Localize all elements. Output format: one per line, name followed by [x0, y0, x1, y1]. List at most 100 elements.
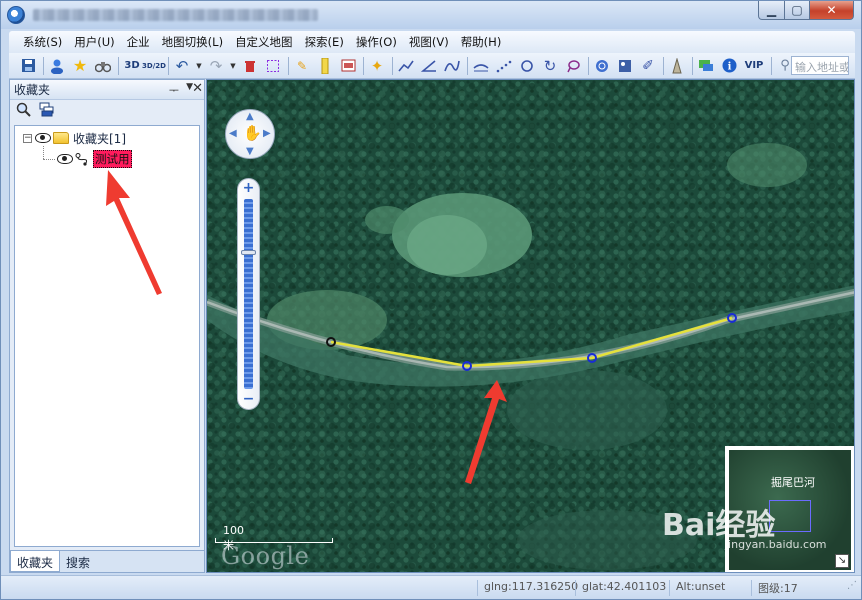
map-view[interactable]: ▲ ▼ ◀ ▶ ✋ + − 100米 Google 掘尾巴河 ↘ Bai经验 j…: [206, 79, 855, 573]
toolbar-separator: [588, 56, 589, 75]
zoom-thumb[interactable]: [241, 250, 256, 255]
route-line-icon[interactable]: [472, 57, 490, 75]
status-altitude: Alt:unset: [669, 580, 725, 596]
folder-icon: [53, 132, 69, 144]
overview-place-label: 掘尾巴河: [771, 476, 815, 489]
status-longitude: glng:117.316250: [477, 580, 578, 596]
lasso-icon[interactable]: [564, 57, 582, 75]
menu-custom-map[interactable]: 自定义地图: [235, 34, 293, 50]
dotted-line-icon[interactable]: [495, 57, 513, 75]
minimize-button[interactable]: ▁: [758, 1, 785, 20]
tree-connector: [43, 146, 44, 159]
globe-icon[interactable]: [593, 57, 611, 75]
message-icon[interactable]: [697, 57, 715, 75]
zoom-track[interactable]: [244, 199, 253, 389]
favorites-tree: − 收藏夹[1] 测试用: [14, 125, 200, 547]
menu-map-switch[interactable]: 地图切换(L): [162, 34, 223, 50]
toolbar-separator: [118, 56, 119, 75]
zoom-in-button[interactable]: +: [238, 180, 259, 196]
menu-enterprise[interactable]: 企业: [127, 34, 150, 50]
layers-icon[interactable]: [39, 102, 55, 121]
polyline-icon[interactable]: [397, 57, 415, 75]
tree-root-row[interactable]: − 收藏夹[1]: [23, 129, 126, 147]
panel-title: 收藏夹: [14, 83, 51, 97]
redo-icon[interactable]: ↷: [207, 57, 225, 75]
toolbar-separator: [288, 56, 289, 75]
save-icon[interactable]: [19, 57, 37, 75]
menu-view[interactable]: 视图(V): [409, 34, 449, 50]
toolbar-separator: [363, 56, 364, 75]
route-icon: [75, 152, 90, 166]
pan-control[interactable]: ▲ ▼ ◀ ▶ ✋: [225, 109, 275, 159]
panel-close-icon[interactable]: ✕: [192, 81, 203, 96]
favorites-panel: 收藏夹 ᅮ ▼ ✕ − 收藏夹[1] 测试用 收藏夹 搜索: [9, 79, 205, 573]
users-icon[interactable]: [48, 57, 66, 75]
menu-user[interactable]: 用户(U): [74, 34, 114, 50]
menu-operate[interactable]: 操作(O): [356, 34, 397, 50]
menu-explore[interactable]: 探索(E): [305, 34, 344, 50]
resize-grip-icon[interactable]: ⋰: [841, 580, 857, 596]
address-search-input[interactable]: 输入地址或: [791, 56, 849, 75]
tab-search[interactable]: 搜索: [60, 551, 96, 572]
window-title-blurred: [33, 9, 318, 21]
undo-dropdown-icon[interactable]: ▼: [196, 57, 202, 75]
pin-icon[interactable]: ᅮ: [169, 82, 179, 98]
ruler-icon[interactable]: [316, 57, 334, 75]
toolbar-separator: [168, 56, 169, 75]
toolbar-separator: [467, 56, 468, 75]
tree-root-label: 收藏夹[1]: [73, 131, 126, 146]
status-bar: glng:117.316250 glat:42.401103 Alt:unset…: [1, 575, 861, 599]
hand-icon: ✋: [243, 124, 262, 142]
delete-icon[interactable]: [241, 57, 259, 75]
info-icon[interactable]: i: [720, 57, 738, 75]
binoculars-icon[interactable]: [94, 57, 112, 75]
maximize-button[interactable]: ▢: [784, 1, 810, 20]
menu-help[interactable]: 帮助(H): [461, 34, 502, 50]
baidu-watermark-url: jingyan.baidu.com: [725, 538, 827, 551]
sparkle-star-icon[interactable]: ✦: [368, 57, 386, 75]
tree-child-label-selected[interactable]: 测试用: [93, 150, 132, 168]
curve-icon[interactable]: [443, 57, 461, 75]
pan-up-icon[interactable]: ▲: [246, 111, 254, 122]
redo-dropdown-icon[interactable]: ▼: [230, 57, 236, 75]
image-icon[interactable]: [616, 57, 634, 75]
visibility-eye-icon[interactable]: [57, 154, 73, 164]
circle-icon[interactable]: [518, 57, 536, 75]
toolbar-separator: [692, 56, 693, 75]
screen-icon[interactable]: [339, 57, 357, 75]
star-icon[interactable]: ★: [71, 56, 89, 75]
pan-down-icon[interactable]: ▼: [246, 146, 254, 157]
app-logo-icon: [7, 6, 25, 24]
select-rect-icon[interactable]: [264, 57, 282, 75]
tab-favorites[interactable]: 收藏夹: [10, 551, 61, 572]
tree-connector: [43, 159, 55, 160]
search-icon[interactable]: [16, 102, 31, 121]
toolbar-separator: [392, 56, 393, 75]
tower-icon[interactable]: [668, 57, 686, 75]
menu-system[interactable]: 系统(S): [23, 34, 62, 50]
view-3d-2d-button[interactable]: 3D/2D: [142, 57, 166, 75]
visibility-eye-icon[interactable]: [35, 133, 51, 143]
toolbar-separator: [43, 56, 44, 75]
panel-tabs: 收藏夹 搜索: [10, 550, 204, 572]
zoom-out-button[interactable]: −: [238, 391, 259, 407]
angle-icon[interactable]: [420, 57, 438, 75]
vip-button[interactable]: VIP: [743, 57, 765, 75]
undo-icon[interactable]: ↶: [173, 57, 191, 75]
pan-right-icon[interactable]: ▶: [263, 128, 271, 139]
zoom-slider[interactable]: + −: [237, 178, 260, 410]
pan-left-icon[interactable]: ◀: [229, 128, 237, 139]
close-button[interactable]: ✕: [809, 1, 854, 20]
pencil-icon[interactable]: ✎: [293, 57, 311, 75]
resize-corner-icon[interactable]: ↘: [835, 554, 849, 568]
rotate-icon[interactable]: ↻: [541, 57, 559, 75]
tree-child-row[interactable]: 测试用: [57, 150, 132, 168]
google-logo: Google: [221, 542, 310, 570]
status-zoom-level: 图级:17: [751, 580, 798, 596]
svg-text:i: i: [727, 62, 731, 73]
view-3d-button[interactable]: 3D: [123, 57, 141, 75]
toolbar-separator: [771, 56, 772, 75]
edit-pen-icon[interactable]: ✐: [639, 57, 657, 75]
collapse-toggle-icon[interactable]: −: [23, 133, 32, 143]
toolbar: ★ 3D 3D/2D ↶ ▼ ↷ ▼ ✎ ✦ ↻ ✐ i VIP ⚲ 输入地址或: [9, 53, 855, 79]
